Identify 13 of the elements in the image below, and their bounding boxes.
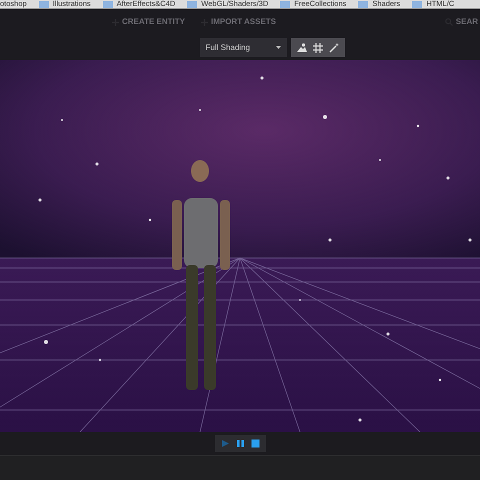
folder-icon — [280, 0, 290, 8]
grid-icon[interactable] — [312, 42, 322, 52]
shading-dropdown[interactable]: Full Shading — [200, 38, 286, 57]
pause-icon[interactable] — [236, 439, 244, 448]
caret-icon — [276, 46, 280, 49]
folder-icon — [38, 0, 49, 8]
wand-icon[interactable] — [328, 42, 338, 52]
folder-icon — [412, 0, 422, 8]
scene-icon[interactable] — [296, 42, 306, 52]
folder-icon — [187, 0, 198, 8]
folder-icon — [102, 0, 113, 8]
stop-icon[interactable] — [250, 439, 260, 448]
folder-icon — [358, 0, 368, 8]
